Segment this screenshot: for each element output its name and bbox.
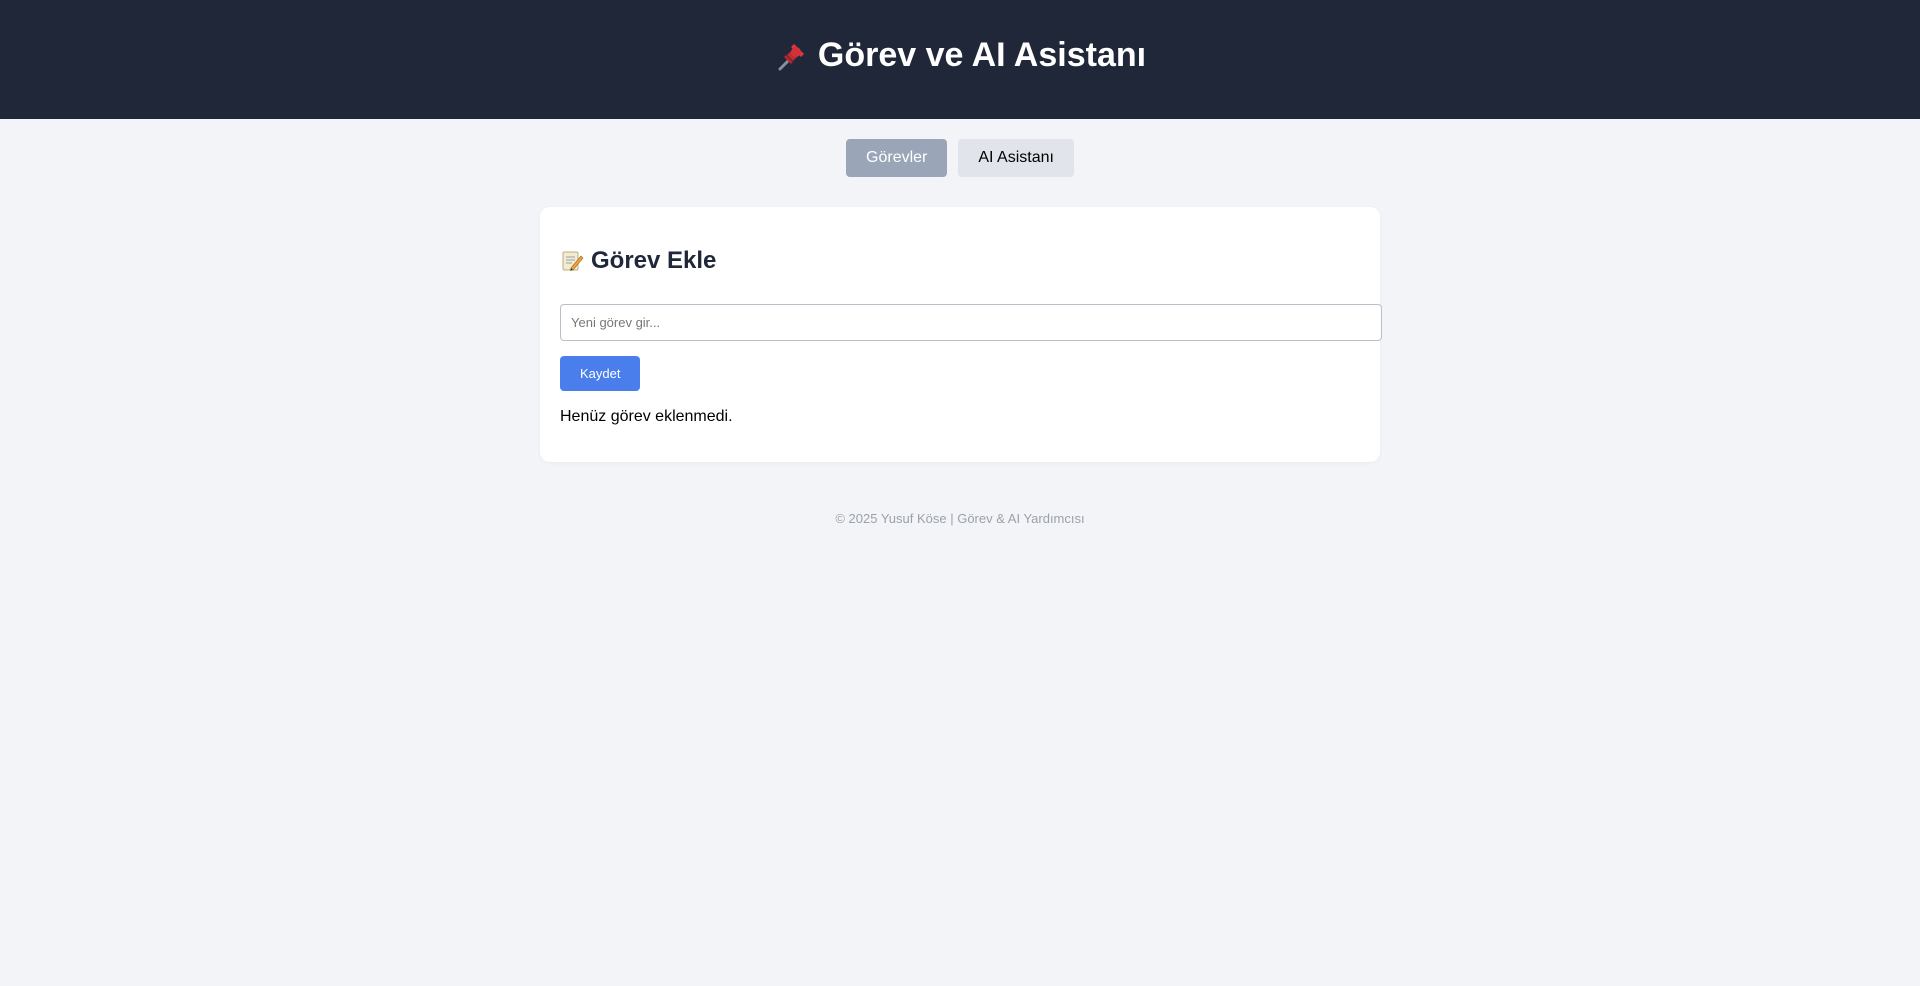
tab-tasks[interactable]: Görevler [846, 139, 948, 177]
tab-bar: Görevler AI Asistanı [0, 139, 1920, 177]
pushpin-icon [774, 38, 810, 74]
app-title: Görev ve AI Asistanı [774, 36, 1146, 75]
footer-text: © 2025 Yusuf Köse | Görev & AI Yardımcıs… [835, 511, 1085, 526]
task-card: Görev Ekle Kaydet Henüz görev eklenmedi. [540, 207, 1382, 462]
memo-icon [560, 249, 584, 273]
card-heading-text: Görev Ekle [591, 247, 717, 274]
tab-ai-assistant[interactable]: AI Asistanı [958, 139, 1074, 177]
empty-task-message: Henüz görev eklenmedi. [560, 408, 733, 425]
app-title-text: Görev ve AI Asistanı [817, 36, 1147, 74]
save-button[interactable]: Kaydet [560, 356, 641, 391]
task-input[interactable] [560, 304, 1382, 341]
app-header: Görev ve AI Asistanı [0, 0, 1920, 119]
card-heading: Görev Ekle [560, 247, 1360, 275]
page-footer: © 2025 Yusuf Köse | Görev & AI Yardımcıs… [0, 511, 1920, 526]
